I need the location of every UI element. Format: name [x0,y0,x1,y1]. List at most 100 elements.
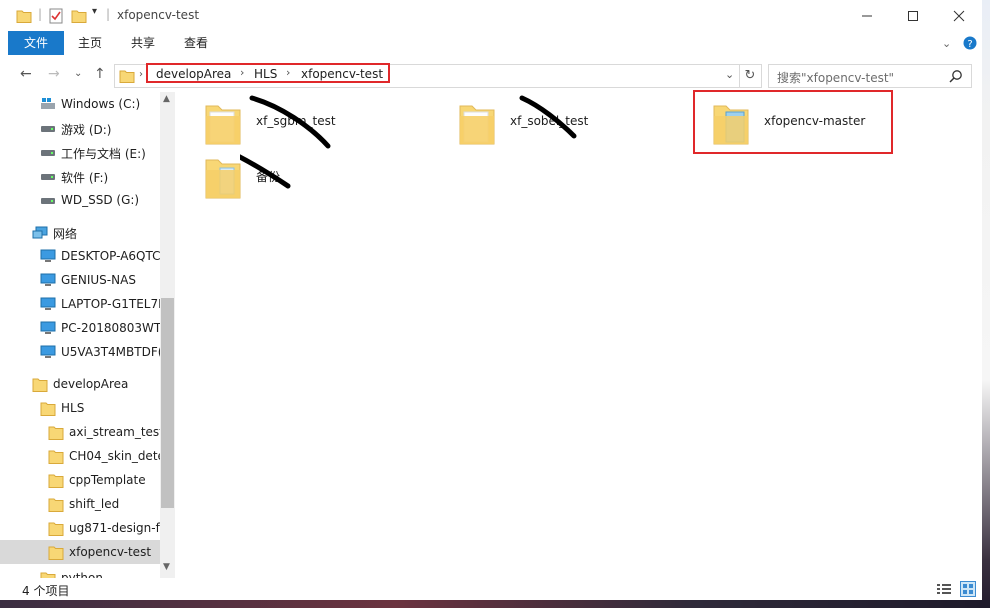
nav-folder[interactable]: CH04_skin_dete [0,444,165,468]
nav-label: python [61,571,103,578]
windows-drive-icon [41,98,55,109]
nav-computer[interactable]: LAPTOP-G1TEL7D [0,292,167,316]
nav-label: developArea [53,377,129,391]
refresh-icon: ↻ [744,68,756,83]
ribbon-tabs: 文件 主页 共享 查看 ⌄ ? [0,31,982,56]
nav-computer[interactable]: U5VA3T4MBTDF( [0,340,163,364]
nav-folder[interactable]: HLS [0,396,160,420]
chevron-right-icon[interactable]: › [286,66,290,79]
nav-label: 游戏 (D:) [61,123,112,137]
details-view-icon[interactable] [936,582,952,596]
customize-quick-access-icon[interactable]: ▾ [92,6,97,22]
tab-share[interactable]: 共享 [123,31,163,55]
nav-label: U5VA3T4MBTDF( [61,345,163,359]
recent-locations-icon[interactable]: ⌄ [74,68,82,79]
refresh-button[interactable]: ↻ [739,64,762,88]
tab-view[interactable]: 查看 [176,31,216,55]
chevron-right-icon[interactable]: › [240,66,244,79]
network-icon [32,226,48,239]
nav-drive-c[interactable]: Windows (C:) [0,92,160,116]
folder-icon [48,474,64,488]
folder-icon[interactable] [16,8,32,24]
nav-drive-d[interactable]: 游戏 (D:) [0,116,160,140]
maximize-button[interactable] [890,0,936,31]
search-input[interactable]: 搜索"xfopencv-test" [768,64,972,88]
nav-drive-e[interactable]: 工作与文档 (E:) [0,140,160,164]
drive-icon [41,174,55,180]
highlight-annotation [693,90,893,154]
nav-folder[interactable]: ug871-design-f [0,516,160,540]
nav-folder[interactable]: python [0,566,160,578]
address-dropdown-icon[interactable]: ⌄ [725,68,734,81]
folder-item[interactable]: xf_sgbm_test [204,100,384,160]
forward-arrow-icon[interactable]: → [48,66,60,82]
nav-scrollbar[interactable]: ▲ ▼ [160,92,175,578]
computer-icon [40,297,56,310]
scroll-up-icon[interactable]: ▲ [163,94,170,104]
item-name: xf_sgbm_test [256,114,336,128]
status-bar: 4 个项目 [0,578,982,600]
nav-label: WD_SSD (G:) [61,193,140,207]
nav-label: Windows (C:) [61,97,141,111]
folder-icon [40,572,56,578]
back-arrow-icon[interactable]: ← [20,66,32,82]
scrollbar-thumb[interactable] [161,298,174,508]
item-count: 4 个项目 [22,584,70,598]
nav-label: xfopencv-test [69,545,152,559]
folder-icon [40,402,56,416]
breadcrumb-xfopencv-test[interactable]: xfopencv-test [301,67,383,81]
svg-text:?: ? [967,39,972,50]
nav-drive-g[interactable]: WD_SSD (G:) [0,188,160,212]
nav-network[interactable]: 网络 [0,220,160,244]
breadcrumb-developarea[interactable]: developArea [156,67,231,81]
folder-icon [48,522,64,536]
nav-label: 软件 (F:) [61,171,109,185]
new-folder-icon[interactable] [71,8,87,24]
folder-icon [119,70,135,83]
minimize-button[interactable] [844,0,890,31]
breadcrumb-hls[interactable]: HLS [254,67,277,81]
nav-computer[interactable]: PC-20180803WTF [0,316,168,340]
nav-folder[interactable]: shift_led [0,492,160,516]
nav-folder[interactable]: cppTemplate [0,468,160,492]
folder-item[interactable]: 备份 [204,154,384,214]
nav-label: 工作与文档 (E:) [61,147,146,161]
chevron-right-icon[interactable]: › [139,69,143,80]
large-icons-view-icon[interactable] [960,581,976,597]
title-bar: | ▾ | xfopencv-test [0,0,982,31]
navigation-pane: Windows (C:) 游戏 (D:) 工作与文档 (E:) 软件 (F:) … [0,92,175,578]
file-list: xf_sgbm_test xf_sobel_test xfopencv-mast… [176,92,982,578]
help-icon[interactable]: ? [963,36,977,50]
nav-label: cppTemplate [69,473,146,487]
explorer-window: | ▾ | xfopencv-test 文件 主页 共享 查看 ⌄ ? ← → … [0,0,982,600]
desktop-background [0,600,990,608]
folder-icon [48,498,64,512]
drive-icon [41,126,55,132]
close-icon [953,10,965,21]
folder-icon [205,105,241,145]
scroll-down-icon[interactable]: ▼ [163,562,170,572]
nav-label: CH04_skin_dete [69,449,165,463]
up-arrow-icon[interactable]: ↑ [94,66,106,82]
nav-computer[interactable]: GENIUS-NAS [0,268,160,292]
nav-folder[interactable]: developArea [0,372,160,396]
tab-home[interactable]: 主页 [70,31,110,55]
chevron-down-icon[interactable]: ⌄ [942,37,951,50]
computer-icon [40,345,56,358]
nav-folder[interactable]: axi_stream_test [0,420,164,444]
nav-drive-f[interactable]: 软件 (F:) [0,164,160,188]
close-button[interactable] [936,0,982,31]
breadcrumb: developArea › HLS › xfopencv-test [146,63,390,83]
nav-label: PC-20180803WTF [61,321,169,335]
folder-item[interactable]: xf_sobel_test [458,100,638,160]
folder-icon [459,105,495,145]
nav-computer[interactable]: DESKTOP-A6QTC [0,244,161,268]
properties-icon[interactable] [48,8,64,24]
folder-icon [48,426,64,440]
search-placeholder: 搜索"xfopencv-test" [777,71,895,85]
nav-folder-selected[interactable]: xfopencv-test [0,540,160,564]
tab-file[interactable]: 文件 [8,31,64,55]
folder-icon [48,450,64,464]
nav-label: DESKTOP-A6QTC [61,249,161,263]
drive-icon [41,150,55,156]
